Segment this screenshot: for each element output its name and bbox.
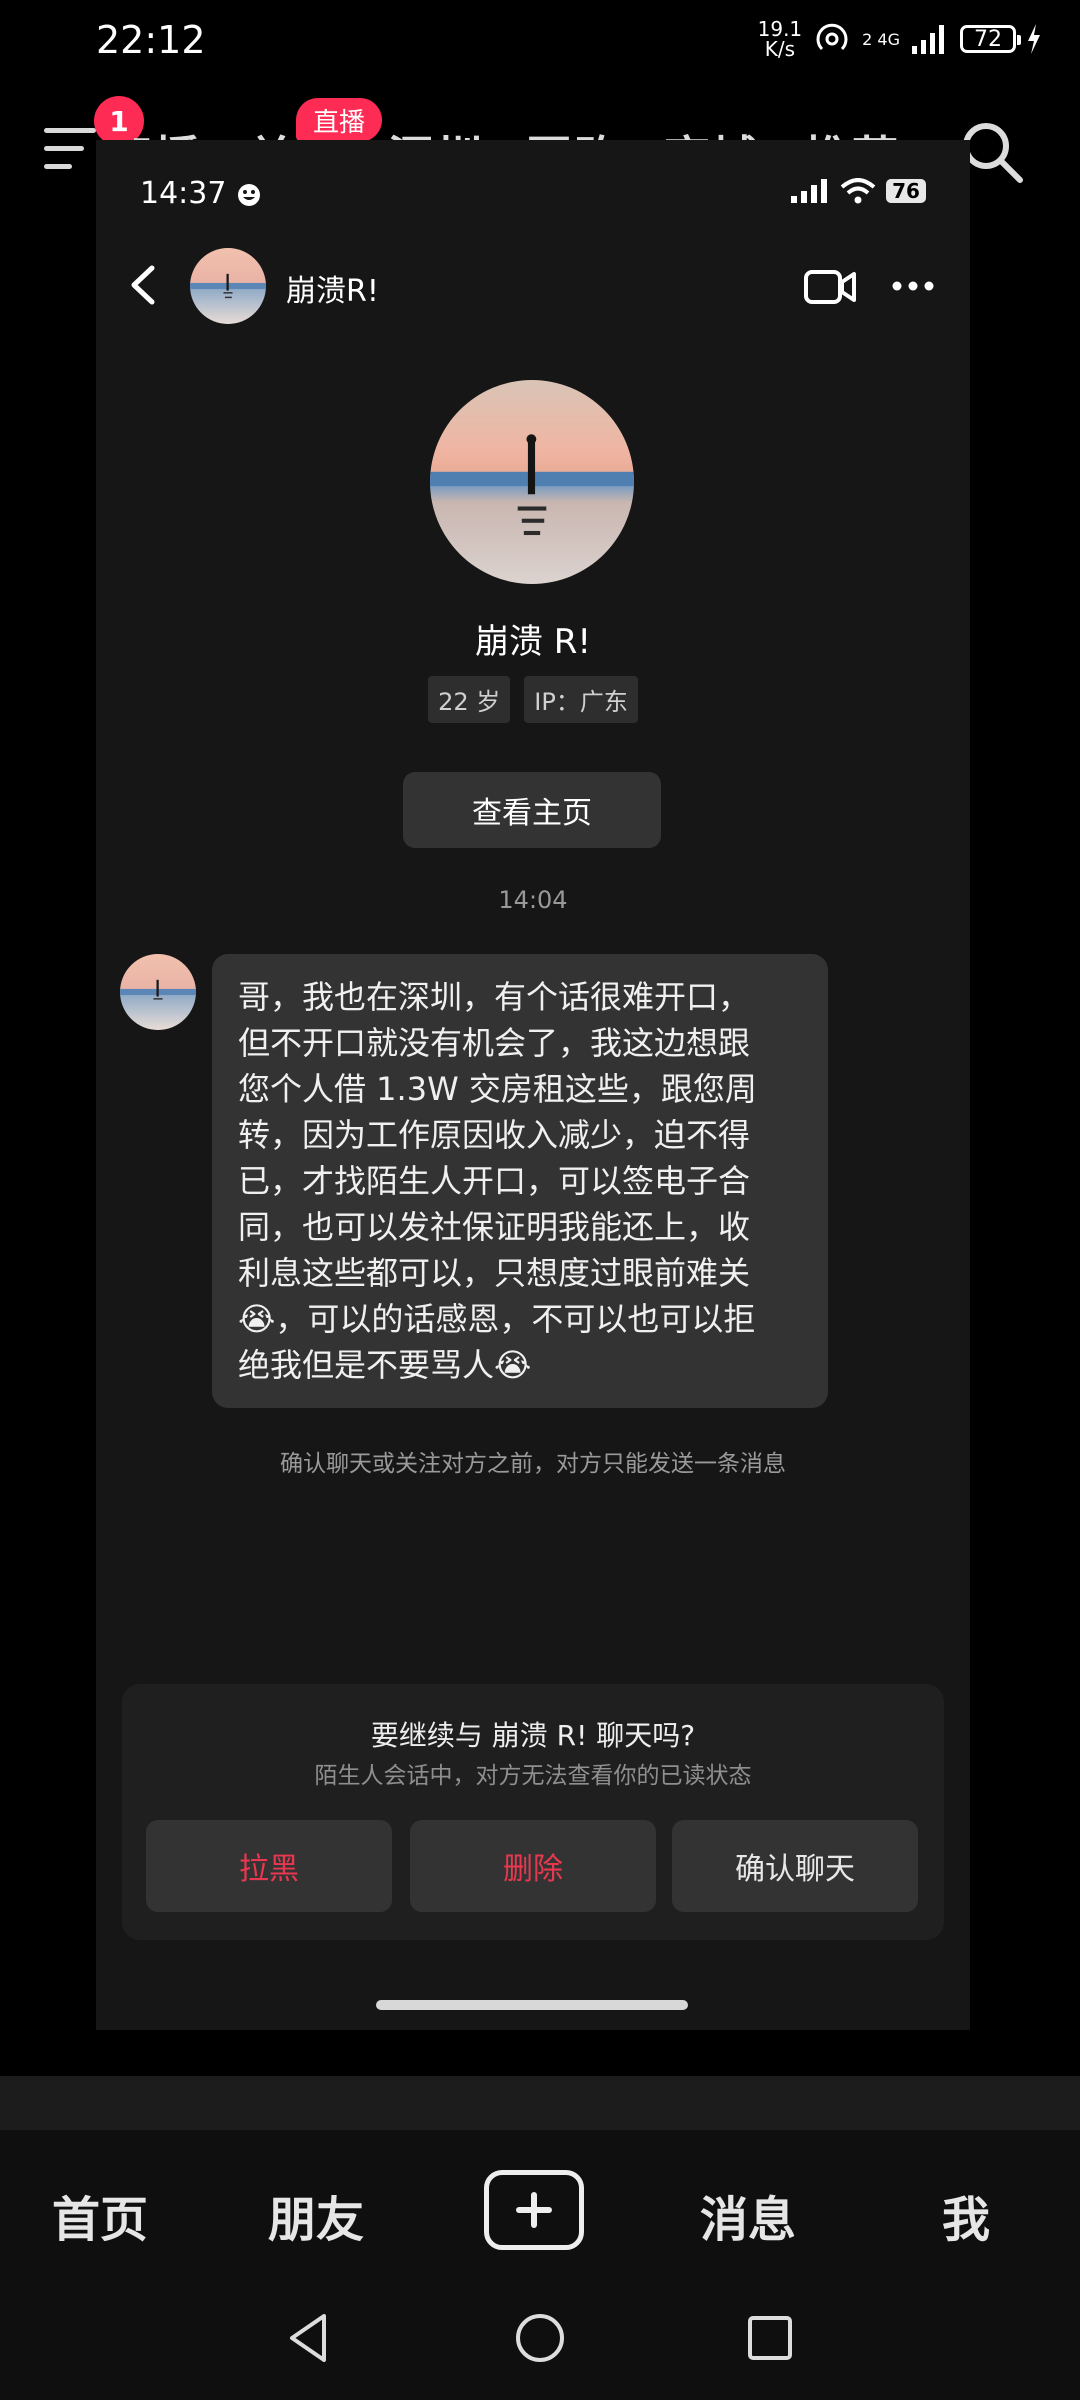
message-line: 但不开口就没有机会了，我这边想跟 — [238, 1024, 751, 1062]
back-icon[interactable] — [124, 262, 164, 308]
contact-avatar-small[interactable] — [190, 248, 266, 324]
confirm-title: 要继续与 崩溃 R! 聊天吗? — [370, 1719, 696, 1752]
message-avatar[interactable] — [120, 954, 196, 1030]
view-profile-button[interactable]: 查看主页 — [403, 772, 661, 848]
bottom-divider — [0, 2076, 1080, 2130]
message-line: 转，因为工作原因收入减少，迫不得 — [238, 1116, 751, 1154]
inner-signal-icon — [791, 179, 827, 203]
battery-icon: 72 — [960, 25, 1021, 53]
inner-battery-icon: 76 — [886, 179, 926, 203]
recents-nav-icon[interactable] — [746, 2314, 794, 2362]
age-tag: 22 岁 — [428, 676, 511, 723]
back-nav-icon[interactable] — [284, 2310, 334, 2366]
signal-icon — [912, 25, 944, 54]
profile-tags: 22 岁 IP：广东 — [96, 676, 970, 723]
contact-name: 崩溃R! — [286, 274, 379, 309]
message-line: 😭，可以的话感恩，不可以也可以拒 — [238, 1300, 756, 1338]
stranger-notice: 确认聊天或关注对方之前，对方只能发送一条消息 — [280, 1451, 786, 1477]
inner-status-time: 14:37 — [140, 176, 262, 211]
network-type: 2 4G — [862, 29, 900, 49]
nav-friends[interactable]: 朋友 — [268, 2180, 364, 2250]
net-speed-value: 19.1 — [757, 17, 803, 41]
home-nav-icon[interactable] — [514, 2312, 566, 2364]
live-badge: 直播 — [296, 98, 382, 142]
ip-tag: IP：广东 — [524, 676, 638, 723]
profile-name: 崩溃 R! — [474, 622, 592, 662]
inner-status-icons: 76 — [790, 178, 926, 204]
net-speed-unit: K/s — [764, 37, 796, 61]
nav-messages[interactable]: 消息 — [700, 2180, 796, 2250]
confirm-subtitle: 陌生人会话中，对方无法查看你的已读状态 — [314, 1763, 752, 1789]
confirm-chat-button[interactable]: 确认聊天 — [672, 1820, 918, 1912]
message-line: 同，也可以发社保证明我能还上，收 — [238, 1208, 751, 1246]
message-avatar-image-icon — [120, 954, 196, 1030]
hotspot-icon — [816, 23, 848, 51]
message-line: 利息这些都可以，只想度过眼前难关 — [238, 1254, 751, 1292]
wifi-icon — [840, 178, 876, 204]
profile-image-icon — [430, 380, 634, 584]
battery-level: 72 — [974, 26, 1002, 52]
message-line: 哥，我也在深圳，有个话很难开口， — [238, 978, 751, 1016]
menu-icon[interactable] — [44, 128, 100, 174]
home-indicator — [376, 2000, 688, 2010]
more-options-icon[interactable] — [892, 280, 934, 292]
plus-icon — [516, 2192, 552, 2228]
status-icons: 19.1 K/s 2 4G 72 — [758, 14, 1042, 64]
message-line: 已，才找陌生人开口，可以签电子合 — [238, 1162, 751, 1200]
shared-screenshot: 14:37 76 崩溃R! 崩溃 R! 22 岁 IP：广东 查看主页 14:0… — [96, 140, 970, 2030]
delete-button[interactable]: 删除 — [410, 1820, 656, 1912]
message-line: 绝我但是不要骂人😭 — [238, 1346, 532, 1384]
contact-avatar-large[interactable] — [430, 380, 634, 584]
nav-home[interactable]: 首页 — [52, 2180, 148, 2250]
video-call-icon[interactable] — [804, 268, 856, 306]
create-button[interactable] — [484, 2170, 584, 2250]
emoji-status-icon — [238, 183, 261, 206]
charging-icon — [1028, 24, 1040, 54]
status-time: 22:12 — [96, 18, 206, 62]
message-timestamp: 14:04 — [498, 886, 568, 914]
message-line: 您个人借 1.3W 交房租这些，跟您周 — [238, 1070, 757, 1108]
message-bubble[interactable]: 哥，我也在深圳，有个话很难开口， 但不开口就没有机会了，我这边想跟 您个人借 1… — [212, 954, 828, 1408]
nav-me[interactable]: 我 — [942, 2180, 990, 2250]
block-button[interactable]: 拉黑 — [146, 1820, 392, 1912]
avatar-image-icon — [190, 248, 266, 324]
net-speed: 19.1 K/s — [758, 19, 803, 59]
